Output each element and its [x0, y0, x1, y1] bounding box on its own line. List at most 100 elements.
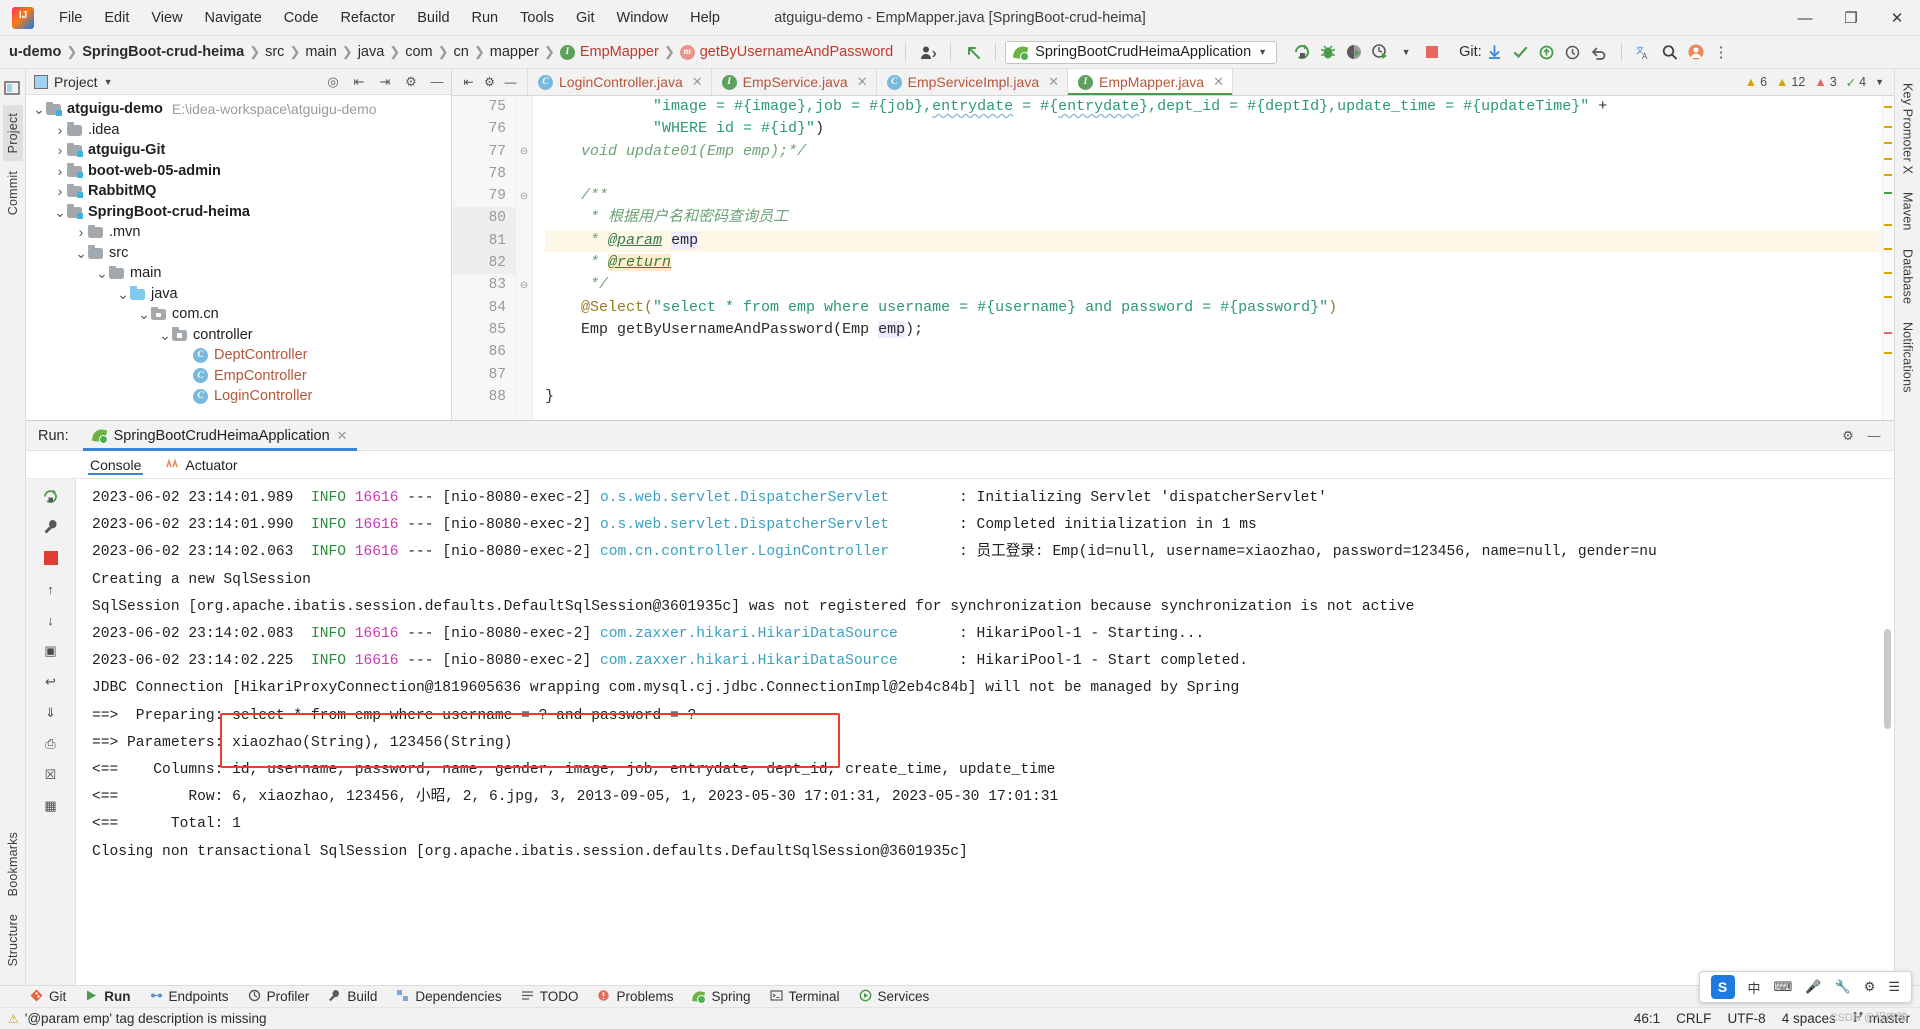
- close-icon[interactable]: ✕: [1048, 74, 1059, 90]
- user-icon[interactable]: [915, 40, 941, 64]
- breadcrumb-empmapper[interactable]: I EmpMapper: [557, 44, 662, 60]
- run-with-coverage-icon[interactable]: [1341, 40, 1367, 64]
- bottom-item-problems[interactable]: Problems: [597, 989, 673, 1005]
- code-line[interactable]: Emp getByUsernameAndPassword(Emp emp);: [545, 319, 1882, 341]
- bottom-item-todo[interactable]: TODO: [521, 989, 578, 1005]
- keyboard-icon[interactable]: ⌨: [1774, 979, 1793, 995]
- caret-position[interactable]: 46:1: [1634, 1011, 1660, 1026]
- tree-node[interactable]: ⌄ atguigu-demo E:\idea-workspace\atguigu-d…: [26, 99, 451, 120]
- rerun-icon[interactable]: [40, 485, 62, 507]
- bottom-item-profiler[interactable]: Profiler: [248, 989, 309, 1005]
- tree-node[interactable]: ⌄ src: [26, 243, 451, 264]
- tab-empmapper[interactable]: I EmpMapper.java ✕: [1068, 69, 1233, 95]
- tree-node[interactable]: ⌄ SpringBoot-crud-heima: [26, 202, 451, 223]
- menu-run[interactable]: Run: [461, 7, 510, 29]
- settings-gear-icon[interactable]: ⚙: [401, 72, 421, 92]
- breadcrumb-method[interactable]: m getByUsernameAndPassword: [677, 44, 896, 60]
- camera-icon[interactable]: ▣: [40, 640, 62, 662]
- code-line[interactable]: */: [545, 274, 1882, 296]
- expand-all-icon[interactable]: ⇤: [349, 72, 369, 92]
- code-line[interactable]: [545, 163, 1882, 185]
- chevron-right-icon[interactable]: ›: [74, 224, 88, 240]
- fold-toggle-icon[interactable]: ⊖: [516, 141, 532, 163]
- line-separator[interactable]: CRLF: [1676, 1011, 1711, 1026]
- file-encoding[interactable]: UTF-8: [1727, 1011, 1765, 1026]
- ime-mode-label[interactable]: 中: [1748, 978, 1761, 997]
- bottom-item-run[interactable]: Run: [85, 989, 131, 1005]
- chevron-right-icon[interactable]: ›: [53, 163, 67, 179]
- tree-node[interactable]: › .idea: [26, 120, 451, 141]
- chevron-right-icon[interactable]: ›: [53, 142, 67, 158]
- soft-wrap-icon[interactable]: ↩: [40, 671, 62, 693]
- tab-empserviceimpl[interactable]: C EmpServiceImpl.java ✕: [877, 69, 1069, 95]
- indent-setting[interactable]: 4 spaces: [1782, 1011, 1836, 1026]
- fold-toggle-icon[interactable]: ⊖: [516, 185, 532, 207]
- hide-icon[interactable]: —: [501, 73, 520, 92]
- breadcrumb-cn[interactable]: cn: [451, 44, 472, 60]
- tree-node[interactable]: › RabbitMQ: [26, 181, 451, 202]
- code-line[interactable]: [545, 341, 1882, 363]
- close-button[interactable]: ✕: [1874, 0, 1920, 36]
- push-icon[interactable]: [1534, 40, 1560, 64]
- breadcrumb-main[interactable]: main: [302, 44, 339, 60]
- collapse-icon[interactable]: ⇤: [459, 73, 478, 92]
- wrench-icon[interactable]: [40, 516, 62, 538]
- fold-toggle-icon[interactable]: ⊖: [516, 274, 532, 296]
- menu-navigate[interactable]: Navigate: [194, 7, 273, 29]
- sidebar-item-bookmarks[interactable]: Bookmarks: [3, 824, 23, 904]
- down-arrow-icon[interactable]: ↓: [40, 609, 62, 631]
- close-icon[interactable]: ✕: [1213, 74, 1224, 90]
- breadcrumb-com[interactable]: com: [402, 44, 435, 60]
- bottom-item-dependencies[interactable]: Dependencies: [396, 989, 502, 1005]
- stop-icon[interactable]: [40, 547, 62, 569]
- debug-icon[interactable]: [1315, 40, 1341, 64]
- search-icon[interactable]: [1657, 40, 1683, 64]
- console-scrollbar[interactable]: [1884, 629, 1891, 729]
- sidebar-item-structure[interactable]: Structure: [3, 906, 23, 975]
- tree-node[interactable]: C DeptController: [26, 345, 451, 366]
- chevron-down-icon[interactable]: ⌄: [158, 328, 172, 342]
- close-icon[interactable]: ✕: [692, 74, 703, 90]
- history-icon[interactable]: [1560, 40, 1586, 64]
- console-output[interactable]: 2023-06-02 23:14:01.989 INFO 16616 --- […: [76, 479, 1894, 985]
- scroll-end-icon[interactable]: ⇓: [40, 702, 62, 724]
- bottom-item-endpoints[interactable]: Endpoints: [150, 989, 229, 1005]
- locate-icon[interactable]: ◎: [323, 72, 343, 92]
- chevron-right-icon[interactable]: ›: [53, 183, 67, 199]
- menu-bar[interactable]: File Edit View Navigate Code Refactor Bu…: [48, 7, 731, 29]
- menu-icon[interactable]: ☰: [1888, 979, 1900, 995]
- print-icon[interactable]: ⎙: [40, 733, 62, 755]
- code-line[interactable]: * @return: [545, 252, 1882, 274]
- sidebar-item-key-promoter[interactable]: Key Promoter X: [1898, 75, 1918, 182]
- menu-help[interactable]: Help: [679, 7, 731, 29]
- account-icon[interactable]: [1683, 40, 1709, 64]
- chevron-down-icon[interactable]: ▼: [1875, 77, 1884, 87]
- chevron-down-icon[interactable]: ⌄: [32, 102, 46, 116]
- breadcrumb-root[interactable]: u-demo: [6, 44, 64, 60]
- translate-icon[interactable]: 文A: [1631, 40, 1657, 64]
- maximize-button[interactable]: ❐: [1828, 0, 1874, 36]
- breadcrumb-java[interactable]: java: [355, 44, 388, 60]
- code-line[interactable]: void update01(Emp emp);*/: [545, 141, 1882, 163]
- close-icon[interactable]: ✕: [857, 74, 868, 90]
- tree-node[interactable]: ⌄ main: [26, 263, 451, 284]
- hide-icon[interactable]: —: [1864, 426, 1884, 446]
- chevron-right-icon[interactable]: ›: [53, 122, 67, 138]
- back-arrow-icon[interactable]: [960, 40, 986, 64]
- code-line[interactable]: * 根据用户名和密码查询员工: [545, 207, 1882, 229]
- breadcrumb-mapper[interactable]: mapper: [487, 44, 542, 60]
- bottom-item-services[interactable]: Services: [859, 989, 929, 1005]
- chevron-down-icon[interactable]: ▼: [104, 77, 113, 87]
- run-icon[interactable]: [1289, 40, 1315, 64]
- code-line[interactable]: }: [545, 386, 1882, 408]
- menu-edit[interactable]: Edit: [93, 7, 140, 29]
- tree-node[interactable]: › atguigu-Git: [26, 140, 451, 161]
- hide-icon[interactable]: —: [427, 72, 447, 92]
- chevron-down-icon[interactable]: ⌄: [137, 307, 151, 321]
- code-line[interactable]: * @param emp: [545, 229, 1882, 253]
- bottom-item-terminal[interactable]: Terminal: [769, 989, 840, 1005]
- sidebar-item-database[interactable]: Database: [1898, 241, 1918, 312]
- menu-view[interactable]: View: [140, 7, 193, 29]
- menu-code[interactable]: Code: [273, 7, 330, 29]
- chevron-down-icon[interactable]: ⌄: [53, 205, 67, 219]
